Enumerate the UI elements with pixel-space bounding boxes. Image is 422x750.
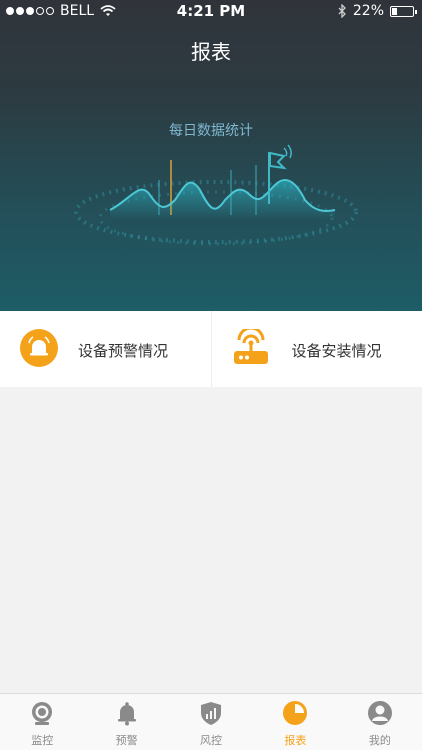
daily-stats-illustration (74, 144, 358, 246)
camera-icon (32, 702, 53, 725)
user-icon (367, 701, 392, 725)
page-title: 报表 (191, 40, 231, 64)
router-icon (233, 329, 268, 364)
tab-risk-control-label: 风控 (200, 734, 223, 747)
tab-monitor[interactable]: 监控 (0, 694, 84, 750)
bell-icon (117, 702, 136, 726)
device-install-label: 设备安装情况 (291, 342, 382, 360)
tab-profile-label: 我的 (368, 734, 391, 747)
tab-bar: 监控 预警 风控 报表 我的 (0, 693, 422, 750)
battery-percent: 22% (352, 3, 384, 19)
status-bar: BELL 4:21 PM 22% (0, 0, 422, 22)
device-install-card[interactable]: 设备安装情况 (210, 311, 422, 387)
battery-icon (390, 5, 417, 17)
tab-report-label: 报表 (284, 734, 307, 747)
tab-report[interactable]: 报表 (253, 694, 337, 750)
tab-profile[interactable]: 我的 (338, 694, 422, 750)
shield-chart-icon (201, 702, 222, 725)
device-alert-label: 设备预警情况 (78, 342, 169, 360)
device-alert-card[interactable]: 设备预警情况 (0, 311, 211, 387)
alarm-bell-icon (20, 329, 58, 367)
banner-title: 每日数据统计 (169, 123, 253, 139)
pie-chart-icon (283, 701, 308, 725)
tab-risk-control[interactable]: 风控 (169, 694, 253, 750)
tab-monitor-label: 监控 (31, 734, 54, 747)
tab-alert-label: 预警 (115, 734, 138, 747)
bluetooth-icon (338, 4, 346, 18)
tab-alert[interactable]: 预警 (84, 694, 168, 750)
header-banner: BELL 4:21 PM 22% 报表 每日数据统计 (0, 0, 422, 311)
report-cards: 设备预警情况 设备安装情况 (0, 311, 422, 387)
